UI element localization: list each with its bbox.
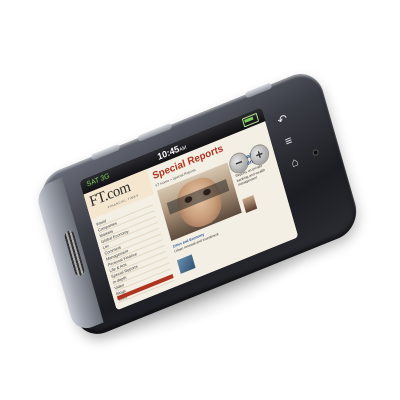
menu-icon[interactable]: ≡	[280, 131, 297, 150]
product-photo: SAT 3G 10:45AM FT.com FINANCIAL TIMES Wo…	[0, 0, 400, 400]
map-thumbnail[interactable]	[176, 254, 196, 274]
front-camera	[313, 149, 319, 156]
back-icon[interactable]: ↶	[274, 110, 291, 129]
section-nav: World Companies Markets Global Economy Lex Co…	[95, 199, 175, 304]
sidebar-thumbnail[interactable]	[242, 194, 258, 214]
home-icon[interactable]: ⌂	[286, 153, 303, 172]
power-button[interactable]	[244, 82, 273, 99]
side-button[interactable]	[137, 122, 173, 143]
volume-button[interactable]	[90, 143, 121, 161]
